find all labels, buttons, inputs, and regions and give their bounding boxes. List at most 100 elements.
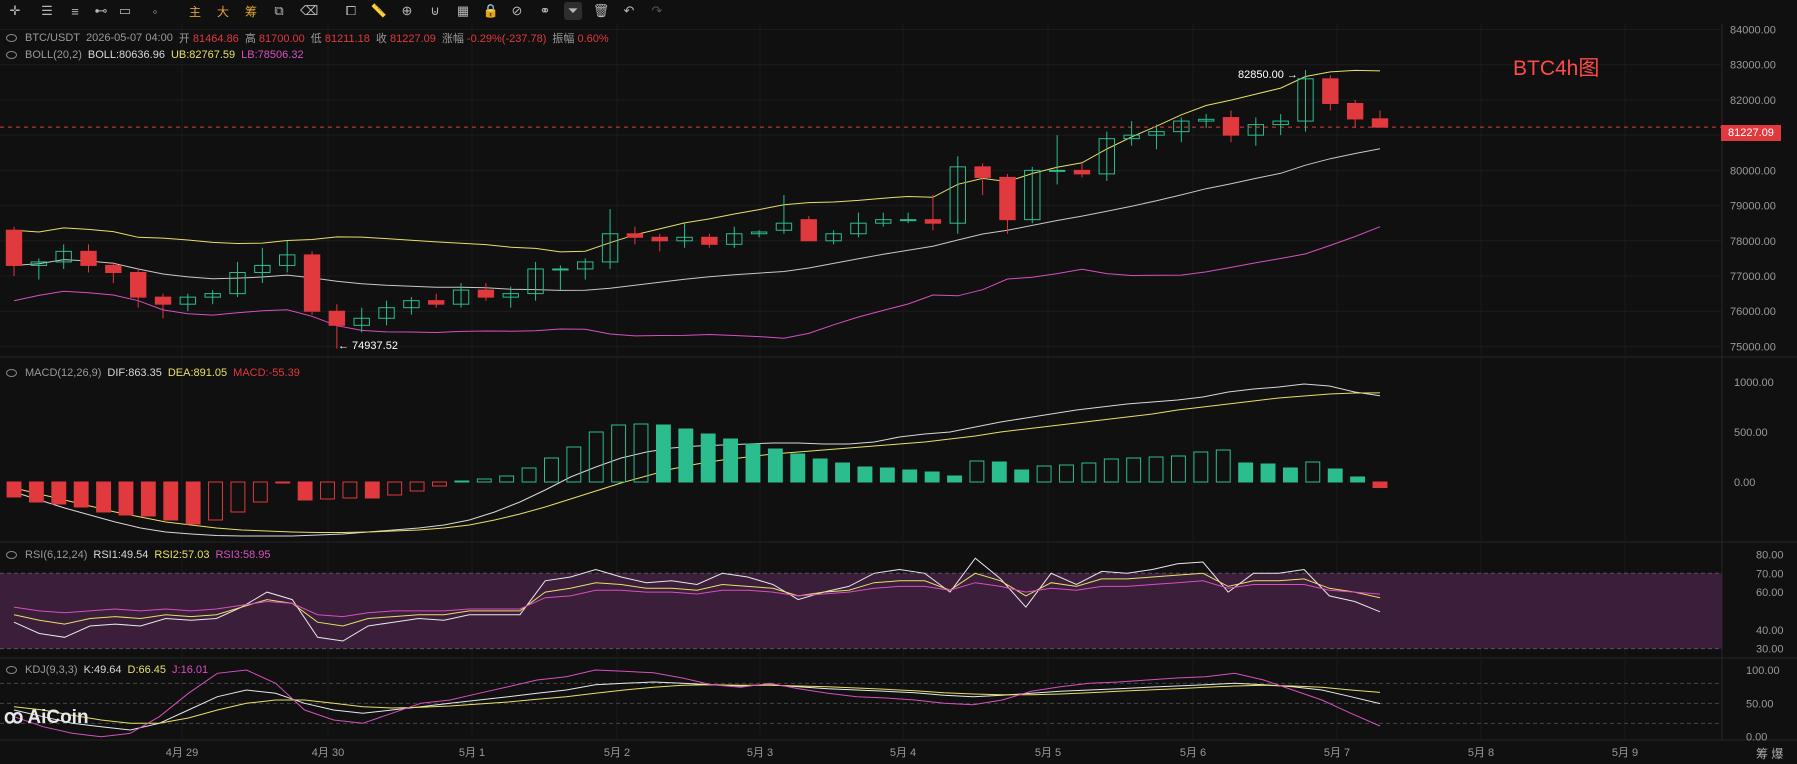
candle xyxy=(154,293,172,319)
lock-icon[interactable]: 🔒 xyxy=(482,2,500,20)
trash-icon[interactable]: 🗑 xyxy=(592,2,610,20)
candle xyxy=(726,226,743,248)
candle-body xyxy=(5,229,23,266)
macd-bar xyxy=(835,462,850,483)
zoom-icon[interactable]: ⊕ xyxy=(398,2,416,20)
macd-bar xyxy=(499,475,515,483)
ohlc-info: BTC/USDT 2026-05-07 04:00 开 81464.86 高 8… xyxy=(6,30,609,46)
chip-distribution-button[interactable]: 筹 xyxy=(242,2,260,20)
macd-bar xyxy=(723,438,739,483)
candle xyxy=(875,212,892,227)
candle-body xyxy=(899,219,917,222)
macd-bar xyxy=(6,481,22,498)
macd-bar xyxy=(252,481,268,503)
candle-body xyxy=(974,166,991,178)
kdj-d-value: D:66.45 xyxy=(127,664,167,676)
candle xyxy=(5,226,23,277)
candle-body xyxy=(701,236,718,245)
crosshair-icon[interactable]: ✛ xyxy=(6,2,24,20)
magnet-icon[interactable]: ⊍ xyxy=(426,2,444,20)
candle xyxy=(1247,117,1265,146)
indicator-bands xyxy=(0,572,1722,724)
macd-bar xyxy=(1081,462,1097,483)
price-tick-label: 75000.00 xyxy=(1730,341,1776,353)
macd-bar xyxy=(1103,458,1119,483)
macd-bar xyxy=(364,481,380,499)
macd-bar xyxy=(790,453,806,483)
candle xyxy=(229,261,246,298)
corner-shortcuts[interactable]: 筹 爆 xyxy=(1756,745,1783,762)
rectangle-icon[interactable]: ▭ xyxy=(116,2,134,20)
macd-info: MACD(12,26,9) DIF:863.35 DEA:891.05 MACD… xyxy=(6,367,300,379)
ray-line-icon[interactable]: ⊷ xyxy=(92,2,110,20)
candle-body xyxy=(999,176,1016,221)
high-label: 高 xyxy=(244,33,256,45)
candle xyxy=(378,300,395,326)
time-tick-label: 5月 4 xyxy=(890,747,916,759)
price-tick-label: 80000.00 xyxy=(1730,165,1776,177)
rsi-tick-label: 30.00 xyxy=(1756,644,1784,656)
aicoin-logo: ꝏ AiCoin xyxy=(4,706,89,729)
candle xyxy=(1123,121,1140,146)
time-tick-label: 4月 29 xyxy=(166,747,198,759)
candle xyxy=(428,293,445,308)
kdj-info: KDJ(9,3,3) K:49.64 D:66.45 J:16.01 xyxy=(6,664,208,676)
candle xyxy=(850,212,867,238)
amplitude-label: 振幅 xyxy=(552,33,575,45)
macd-bar xyxy=(1350,476,1366,483)
time-tick-label: 5月 1 xyxy=(459,747,485,759)
candle xyxy=(1197,114,1215,129)
candle xyxy=(1173,117,1190,143)
horizontal-line-icon[interactable]: ☰ xyxy=(38,2,56,20)
visibility-icon[interactable] xyxy=(6,369,17,377)
macd-name: MACD(12,26,9) xyxy=(25,367,102,379)
visibility-icon[interactable] xyxy=(6,51,17,59)
crop-icon[interactable]: ⧉ xyxy=(270,2,288,20)
parallel-lines-icon[interactable]: ≡ xyxy=(66,2,84,20)
macd-value: MACD:-55.39 xyxy=(233,367,300,379)
boll-info: BOLL(20,2) BOLL:80636.96 UB:82767.59 LB:… xyxy=(6,49,304,61)
brush-icon[interactable]: ◦ xyxy=(146,2,164,20)
macd-bar xyxy=(611,424,627,483)
macd-bar xyxy=(969,460,985,483)
visibility-icon[interactable] xyxy=(6,34,17,42)
candle xyxy=(949,156,966,234)
candle xyxy=(676,223,693,248)
macd-bar xyxy=(185,481,201,525)
main-chart-button[interactable]: 主 xyxy=(186,2,204,20)
macd-bar xyxy=(566,446,582,483)
undo-icon[interactable]: ↶ xyxy=(620,2,638,20)
rsi-tick-label: 80.00 xyxy=(1756,549,1784,561)
large-order-button[interactable]: 大 xyxy=(214,2,232,20)
candle xyxy=(452,283,470,308)
ruler-icon[interactable]: 📏 xyxy=(370,2,388,20)
eraser-icon[interactable]: ⌫ xyxy=(300,2,318,20)
candle xyxy=(626,226,644,245)
macd-bar xyxy=(476,478,492,483)
visibility-icon[interactable] xyxy=(6,666,17,674)
filter-icon[interactable]: ⏷ xyxy=(564,2,582,20)
macd-bar xyxy=(342,481,358,499)
candle-body xyxy=(651,236,668,242)
candle xyxy=(1272,114,1289,136)
grid-icon[interactable]: ▦ xyxy=(454,2,472,20)
candle xyxy=(129,268,147,308)
redo-icon[interactable]: ↷ xyxy=(648,2,666,20)
link-icon[interactable]: ⚭ xyxy=(536,2,554,20)
macd-bar xyxy=(857,466,873,483)
visibility-icon[interactable] xyxy=(6,551,17,559)
candle xyxy=(279,240,296,273)
layers-icon[interactable]: ⧠ xyxy=(342,2,360,20)
kdj-tick-label: 50.00 xyxy=(1746,698,1774,710)
close-label: 收 xyxy=(375,33,387,45)
macd-bar xyxy=(297,481,313,501)
low-value: 81211.18 xyxy=(324,33,370,45)
macd-bar xyxy=(1126,457,1142,483)
time-axis: 4月 29 4月 30 5月 1 5月 2 5月 3 5月 4 5月 5 5月 6 5月 7 5月… xyxy=(166,747,1638,759)
current-price-tag: 81227.09 xyxy=(1721,125,1781,141)
kdj-name: KDJ(9,3,3) xyxy=(25,664,78,676)
price-tick-label: 76000.00 xyxy=(1730,306,1776,318)
eye-off-icon[interactable]: ⊘ xyxy=(508,2,526,20)
time-tick-label: 5月 7 xyxy=(1324,747,1350,759)
chart-canvas[interactable]: 84000.0083000.0082000.0081000.0080000.00… xyxy=(0,0,1797,764)
